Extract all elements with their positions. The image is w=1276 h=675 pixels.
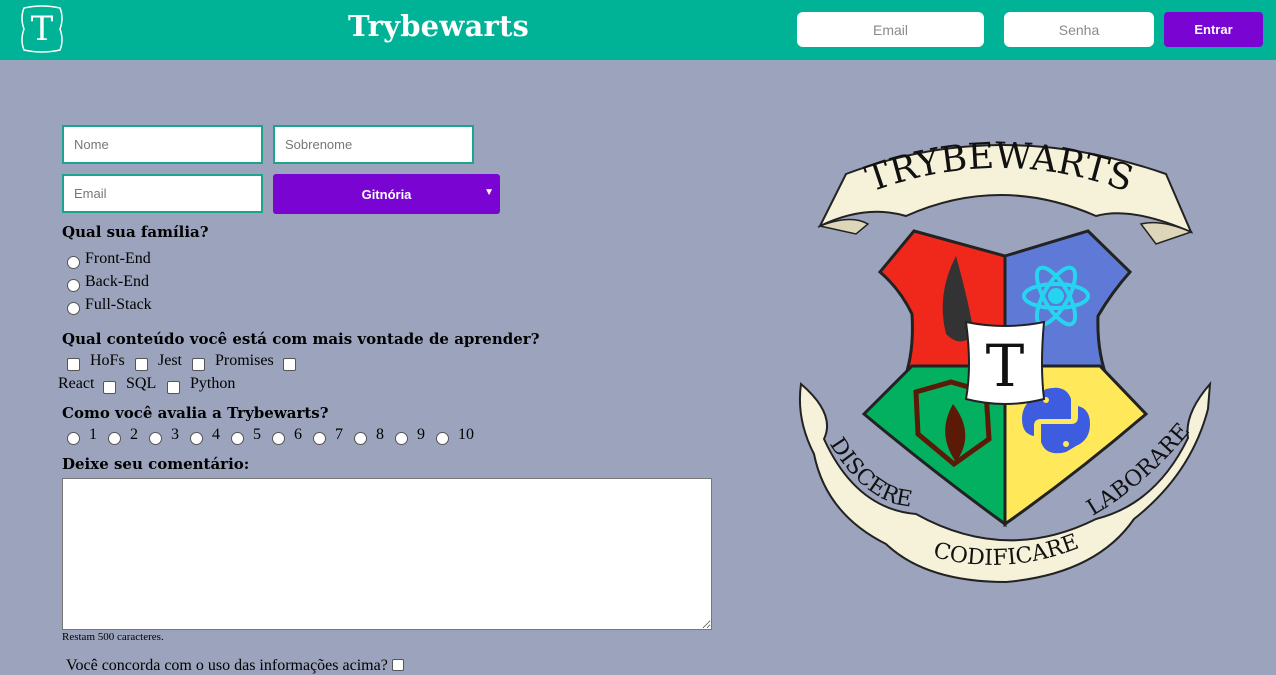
content-label-jest: Jest xyxy=(158,352,182,369)
rating-radio-2[interactable] xyxy=(108,432,121,445)
rating-label-2: 2 xyxy=(130,426,138,443)
comment-label: Deixe seu comentário: xyxy=(62,455,250,473)
content-checkbox-sql[interactable] xyxy=(103,381,116,394)
content-label-react: React xyxy=(58,375,95,392)
rating-question: Como você avalia a Trybewarts? xyxy=(62,404,329,422)
family-question: Qual sua família? xyxy=(62,223,209,241)
top-header: T Trybewarts Entrar xyxy=(0,0,1276,60)
family-radio-front-end[interactable] xyxy=(67,256,80,269)
rating-label-4: 4 xyxy=(212,426,220,443)
content-checkbox-python[interactable] xyxy=(167,381,180,394)
content-checkbox-promises[interactable] xyxy=(192,358,205,371)
trybewarts-crest: TRYBEWARTS T DISCERE CODIFICARE LABORARE xyxy=(798,136,1212,584)
lastname-input[interactable] xyxy=(273,125,474,164)
content-checkbox-jest[interactable] xyxy=(135,358,148,371)
login-password-input[interactable] xyxy=(1004,12,1154,47)
content-question: Qual conteúdo você está com mais vontade… xyxy=(62,330,540,348)
agreement-row: Você concorda com o uso das informações … xyxy=(66,657,404,675)
rating-radio-4[interactable] xyxy=(190,432,203,445)
content-label-python: Python xyxy=(190,375,236,392)
content-label-sql: SQL xyxy=(126,375,157,392)
rating-radio-3[interactable] xyxy=(149,432,162,445)
trybewarts-logo-icon: T xyxy=(21,5,63,53)
chevron-down-icon: ▼ xyxy=(484,187,494,198)
crest-center-letter: T xyxy=(986,332,1025,400)
rating-radio-5[interactable] xyxy=(231,432,244,445)
top-banner: TRYBEWARTS xyxy=(817,136,1194,245)
name-input[interactable] xyxy=(62,125,263,164)
agreement-checkbox[interactable] xyxy=(391,659,404,671)
family-radio-back-end[interactable] xyxy=(67,279,80,292)
login-button[interactable]: Entrar xyxy=(1164,12,1263,47)
comment-textarea[interactable] xyxy=(62,478,712,630)
rating-radio-10[interactable] xyxy=(436,432,449,445)
content-label-promises: Promises xyxy=(215,352,274,369)
rating-radio-7[interactable] xyxy=(313,432,326,445)
rating-label-1: 1 xyxy=(89,426,97,443)
house-select-value: Gitnória xyxy=(361,186,412,202)
family-label-full-stack: Full-Stack xyxy=(85,296,152,313)
house-select[interactable]: Gitnória ▼ xyxy=(273,174,500,214)
rating-radio-8[interactable] xyxy=(354,432,367,445)
rating-label-10: 10 xyxy=(458,426,474,443)
rating-label-3: 3 xyxy=(171,426,179,443)
content-label-hofs: HoFs xyxy=(90,352,125,369)
rating-label-8: 8 xyxy=(376,426,384,443)
login-email-input[interactable] xyxy=(797,12,984,47)
rating-radio-9[interactable] xyxy=(395,432,408,445)
content-checkbox-hofs[interactable] xyxy=(67,358,80,371)
rating-radio-6[interactable] xyxy=(272,432,285,445)
family-radio-full-stack[interactable] xyxy=(67,302,80,315)
rating-label-7: 7 xyxy=(335,426,343,443)
crest-shield: T xyxy=(861,229,1149,528)
family-label-back-end: Back-End xyxy=(85,273,149,290)
rating-radio-1[interactable] xyxy=(67,432,80,445)
character-counter: Restam 500 caracteres. xyxy=(62,631,164,643)
site-title: Trybewarts xyxy=(348,9,530,43)
family-label-front-end: Front-End xyxy=(85,250,151,267)
content-checkbox-react[interactable] xyxy=(283,358,296,371)
email-input[interactable] xyxy=(62,174,263,213)
logo-letter: T xyxy=(31,9,54,49)
rating-label-6: 6 xyxy=(294,426,302,443)
rating-label-5: 5 xyxy=(253,426,261,443)
rating-label-9: 9 xyxy=(417,426,425,443)
